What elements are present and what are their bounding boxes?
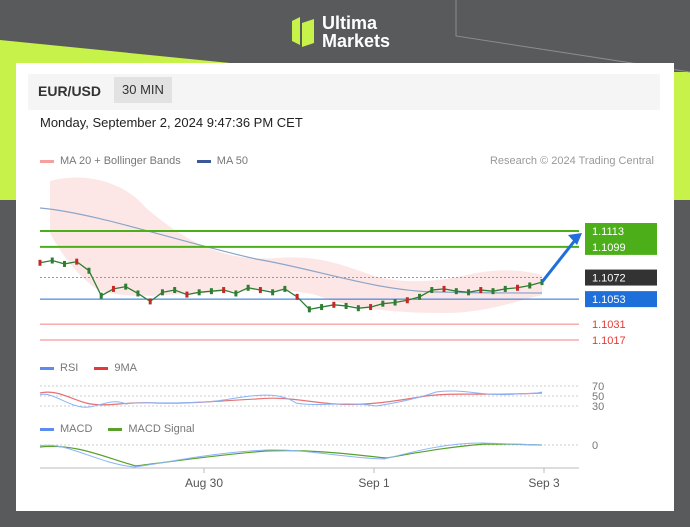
price-candle-15	[222, 287, 226, 294]
price-candle-16	[234, 290, 238, 297]
macd-signal-line	[39, 443, 543, 467]
level-label-4: 1.1031	[592, 319, 626, 331]
price-candle-24	[332, 301, 336, 308]
price-candle-2	[62, 260, 66, 267]
price-candle-20	[283, 285, 287, 292]
price-candle-32	[430, 287, 434, 294]
price-candle-7	[124, 283, 128, 290]
price-candle-38	[503, 285, 507, 292]
level-label-3: 1.1053	[592, 294, 626, 306]
macd-line	[39, 442, 543, 468]
price-candle-4	[87, 267, 91, 274]
price-candle-34	[454, 288, 458, 295]
level-label-2: 1.1072	[592, 273, 626, 285]
level-label-1: 1.1099	[592, 242, 626, 254]
ultima-logo-icon	[292, 17, 314, 47]
price-candle-1	[50, 257, 54, 264]
rsi-tick-2: 30	[592, 401, 604, 413]
price-candle-36	[479, 287, 483, 294]
chart-card: EUR/USD 30 MIN Monday, September 2, 2024…	[16, 63, 674, 511]
forecast-arrow-line	[540, 238, 578, 284]
level-label-0: 1.1113	[592, 226, 624, 238]
macd-tick-0: 0	[592, 440, 598, 452]
price-candle-33	[442, 285, 446, 292]
price-candle-6	[111, 285, 115, 292]
level-label-5: 1.1017	[592, 335, 626, 347]
price-candle-13	[197, 289, 201, 296]
price-candle-5	[99, 292, 103, 299]
price-candle-11	[173, 287, 177, 294]
price-chart: 1.11131.10991.10721.10531.10311.10177050…	[38, 177, 657, 490]
price-candle-0	[38, 259, 42, 266]
price-candle-10	[160, 289, 164, 296]
price-candle-39	[516, 284, 520, 291]
price-candle-14	[209, 288, 213, 295]
price-candle-12	[185, 291, 189, 298]
price-candle-40	[528, 282, 532, 289]
price-candle-25	[344, 302, 348, 309]
price-candle-18	[258, 287, 262, 294]
x-tick-label-1: Sep 1	[358, 476, 390, 490]
price-candle-28	[381, 300, 385, 307]
x-tick-label-2: Sep 3	[528, 476, 560, 490]
price-candle-30	[405, 297, 409, 304]
price-candle-29	[393, 299, 397, 306]
brand-line2: Markets	[322, 31, 391, 51]
price-candle-37	[491, 288, 495, 295]
price-candle-8	[136, 290, 140, 297]
price-candle-9	[148, 298, 152, 305]
ultima-markets-logo: Ultima Markets	[292, 14, 390, 50]
forecast-arrowhead	[568, 233, 582, 245]
price-candle-31	[418, 293, 422, 300]
brand-line1: Ultima	[322, 13, 378, 33]
price-candle-35	[467, 289, 471, 296]
price-candle-26	[356, 305, 360, 312]
price-candle-19	[271, 289, 275, 296]
price-candle-3	[75, 258, 79, 265]
rsi-9ma-line	[39, 391, 543, 406]
price-candle-22	[307, 306, 311, 313]
price-candle-21	[295, 293, 299, 300]
price-candle-27	[369, 304, 373, 311]
price-candle-23	[320, 304, 324, 311]
x-tick-label-0: Aug 30	[185, 476, 223, 490]
price-candle-17	[246, 284, 250, 291]
